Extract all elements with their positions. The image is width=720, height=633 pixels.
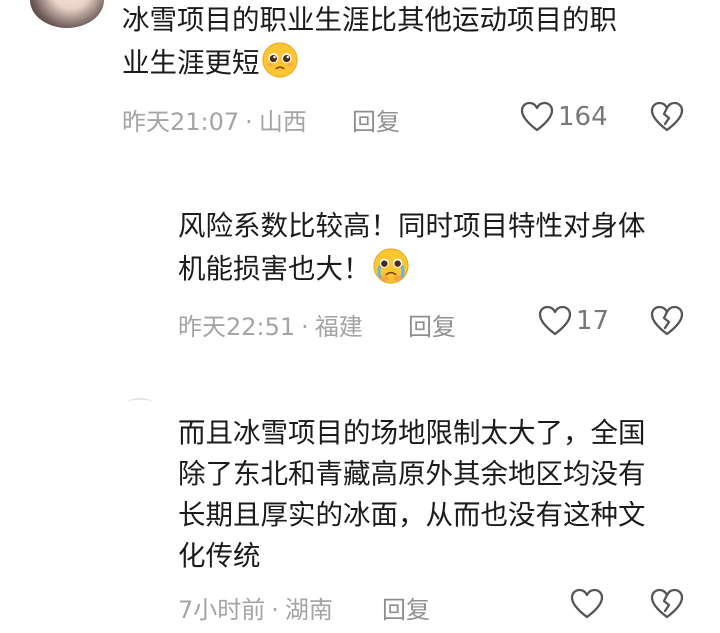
- comment-line: 业生涯更短: [122, 41, 702, 84]
- avatar[interactable]: [128, 398, 152, 406]
- comment-line: 冰雪项目的职业生涯比其他运动项目的职: [122, 4, 617, 36]
- comment-meta: 昨天21:07 · 山西: [122, 102, 307, 137]
- comment-meta: 昨天22:51 · 福建: [178, 307, 363, 342]
- comment-text: 而且冰雪项目的场地限制太大了，全国 除了东北和青藏高原外其余地区均没有 长期且厚…: [178, 413, 698, 577]
- comment-meta: 7小时前 · 湖南: [178, 590, 333, 625]
- comment-line: 长期且厚实的冰面，从而也没有这种文: [178, 499, 646, 531]
- crying-face-emoji: [372, 248, 409, 284]
- dislike-button[interactable]: [650, 305, 684, 337]
- comment-line: 机能损害也大！: [178, 247, 698, 290]
- heart-outline-icon: [538, 305, 572, 337]
- avatar[interactable]: [30, 0, 104, 28]
- comment-time: 昨天22:51: [178, 313, 296, 341]
- separator-dot: ·: [245, 108, 253, 136]
- reply-button[interactable]: 回复: [408, 307, 456, 342]
- reply-button[interactable]: 回复: [382, 590, 430, 625]
- comment-text: 冰雪项目的职业生涯比其他运动项目的职 业生涯更短: [122, 0, 702, 84]
- like-count: 164: [558, 102, 608, 132]
- heart-outline-icon: [570, 588, 604, 620]
- reply-button[interactable]: 回复: [352, 102, 400, 137]
- heart-outline-icon: [520, 101, 554, 133]
- broken-heart-icon: [650, 305, 684, 337]
- like-count: 17: [576, 306, 610, 336]
- pleading-face-emoji: [261, 42, 298, 78]
- comment-text: 风险系数比较高！同时项目特性对身体 机能损害也大！: [178, 206, 698, 290]
- comment-line-text: 业生涯更短: [122, 47, 260, 79]
- separator-dot: ·: [301, 313, 309, 341]
- comment-location: 山西: [258, 108, 307, 136]
- comment-location: 湖南: [284, 596, 333, 624]
- comment-line: 化传统: [178, 540, 261, 572]
- comment-location: 福建: [314, 313, 363, 341]
- like-button[interactable]: 17: [538, 305, 609, 337]
- comment-line-text: 机能损害也大！: [178, 253, 371, 285]
- like-button[interactable]: 164: [520, 101, 608, 133]
- comment-line: 而且冰雪项目的场地限制太大了，全国: [178, 417, 646, 449]
- comment-time: 7小时前: [178, 596, 266, 624]
- broken-heart-icon: [650, 101, 684, 133]
- comment-time: 昨天21:07: [122, 108, 240, 136]
- comment-line: 除了东北和青藏高原外其余地区均没有: [178, 458, 646, 490]
- comment-line: 风险系数比较高！同时项目特性对身体: [178, 210, 646, 242]
- dislike-button[interactable]: [650, 101, 684, 133]
- dislike-button[interactable]: [650, 588, 684, 620]
- separator-dot: ·: [271, 596, 279, 624]
- broken-heart-icon: [650, 588, 684, 620]
- like-button[interactable]: [570, 588, 604, 620]
